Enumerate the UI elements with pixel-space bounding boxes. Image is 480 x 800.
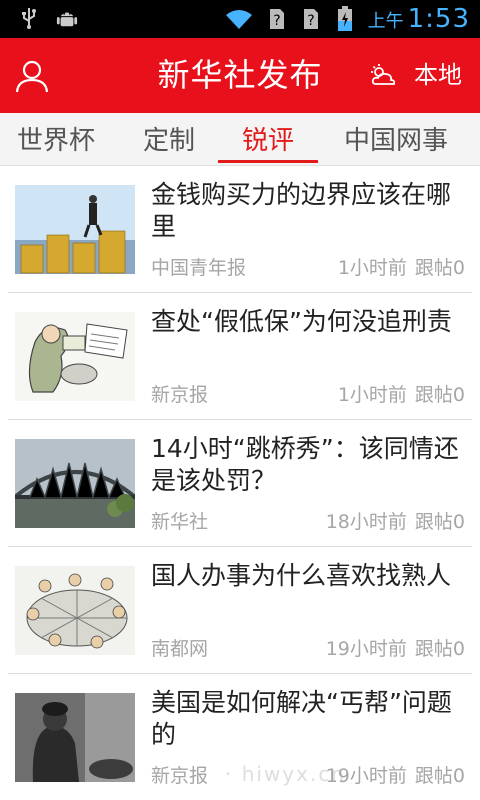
news-meta: 南都网 19小时前 跟帖0: [151, 634, 465, 662]
news-thumbnail-bridge: [15, 439, 135, 528]
news-item[interactable]: 查处“假低保”为何没追刑责 新京报 1小时前 跟帖0: [0, 292, 480, 420]
news-replies: 跟帖0: [414, 765, 465, 787]
news-time: 1小时前: [337, 257, 407, 279]
news-thumbnail-coins: [15, 185, 135, 274]
tab-china-netnews[interactable]: 中国网事: [340, 113, 452, 165]
news-meta: 中国青年报 1小时前 跟帖0: [151, 253, 465, 281]
page-title: 新华社发布: [157, 56, 323, 94]
app-header: 新华社发布 本地: [0, 38, 480, 113]
news-title: 国人办事为什么喜欢找熟人: [151, 561, 452, 590]
status-ampm: 上午: [367, 11, 404, 32]
svg-text:?: ?: [307, 13, 314, 29]
news-meta: 新京报 1小时前 跟帖0: [151, 380, 465, 408]
wifi-icon: [224, 7, 254, 31]
news-item[interactable]: 国人办事为什么喜欢找熟人 南都网 19小时前 跟帖0: [0, 546, 480, 674]
news-replies: 跟帖0: [414, 384, 465, 406]
tab-custom[interactable]: 定制: [138, 113, 200, 165]
news-replies: 跟帖0: [414, 638, 465, 660]
news-source: 新京报: [151, 384, 209, 406]
weather-icon[interactable]: [370, 63, 398, 87]
watermark: · hiwyx.cn: [225, 762, 347, 786]
news-time: 1小时前: [337, 384, 407, 406]
news-title: 查处“假低保”为何没追刑责: [151, 307, 452, 336]
active-tab-indicator: [218, 160, 318, 163]
no-sim-icon: ?: [300, 7, 322, 31]
news-time: 18小时前: [325, 511, 407, 533]
category-tabs: 世界杯 定制 锐评 中国网事: [0, 113, 480, 166]
news-source: 新京报: [151, 765, 209, 787]
news-thumbnail-beggar: [15, 693, 135, 782]
news-title: 14小时“跳桥秀”：该同情还是该处罚？: [151, 434, 459, 495]
news-time: 19小时前: [325, 638, 407, 660]
news-meta: 新华社 18小时前 跟帖0: [151, 507, 465, 535]
usb-icon: [18, 6, 40, 30]
news-source: 南都网: [151, 638, 209, 660]
svg-text:?: ?: [273, 13, 280, 29]
no-sim-icon: ?: [266, 7, 288, 31]
news-replies: 跟帖0: [414, 257, 465, 279]
news-source: 新华社: [151, 511, 209, 533]
news-item[interactable]: 金钱购买力的边界应该在哪里 中国青年报 1小时前 跟帖0: [0, 165, 480, 293]
tab-worldcup[interactable]: 世界杯: [12, 113, 100, 165]
news-thumbnail-circle-cartoon: [15, 566, 135, 655]
status-time: 1:53: [407, 4, 470, 34]
android-debug-icon: [56, 6, 78, 30]
tab-commentary[interactable]: 锐评: [236, 113, 300, 165]
news-thumbnail-cartoon: [15, 312, 135, 401]
battery-charging-icon: [334, 6, 356, 31]
location-button[interactable]: 本地: [414, 38, 462, 113]
news-title: 美国是如何解决“丐帮”问题的: [151, 688, 452, 749]
news-title: 金钱购买力的边界应该在哪里: [151, 180, 452, 241]
news-source: 中国青年报: [151, 257, 247, 279]
status-bar: ? ? 上午 1:53: [0, 0, 480, 38]
news-replies: 跟帖0: [414, 511, 465, 533]
news-item[interactable]: 14小时“跳桥秀”：该同情还是该处罚？ 新华社 18小时前 跟帖0: [0, 419, 480, 547]
